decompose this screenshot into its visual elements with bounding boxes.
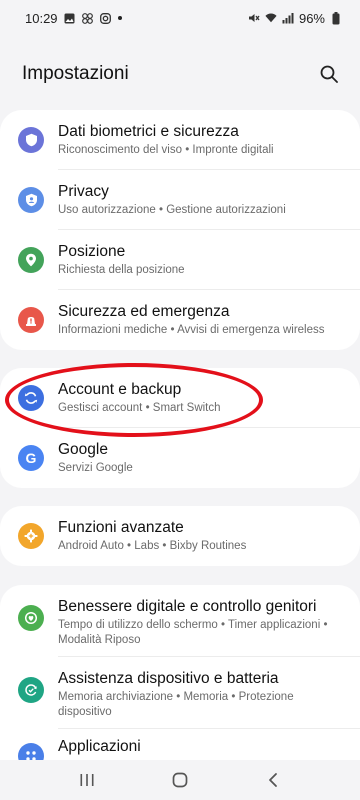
battery-icon bbox=[330, 11, 342, 24]
settings-item-subtitle: Android Auto • Labs • Bixby Routines bbox=[58, 540, 247, 552]
settings-item-privacy[interactable]: Privacy Uso autorizzazione • Gestione au… bbox=[0, 170, 360, 230]
settings-item-subtitle: Gestisci account • Smart Switch bbox=[58, 402, 221, 414]
back-button[interactable] bbox=[253, 765, 293, 795]
settings-item-title: Assistenza dispositivo e batteria bbox=[58, 670, 279, 687]
settings-item-title: Benessere digitale e controllo genitori bbox=[58, 598, 317, 615]
google-icon: G bbox=[18, 445, 44, 471]
mute-icon bbox=[248, 12, 260, 24]
settings-item-digital-wellbeing[interactable]: Benessere digitale e controllo genitori … bbox=[0, 585, 360, 657]
settings-item-subtitle: Tempo di utilizzo dello schermo • Timer … bbox=[58, 619, 328, 646]
recent-apps-button[interactable] bbox=[67, 765, 107, 795]
instagram-icon bbox=[100, 12, 112, 24]
device-care-icon bbox=[18, 677, 44, 703]
settings-item-advanced-features[interactable]: Funzioni avanzate Android Auto • Labs • … bbox=[0, 506, 360, 566]
settings-item-apps[interactable]: Applicazioni bbox=[0, 729, 360, 760]
settings-group-advanced: Funzioni avanzate Android Auto • Labs • … bbox=[0, 506, 360, 566]
navigation-bar bbox=[0, 760, 360, 800]
signal-icon bbox=[282, 12, 294, 24]
status-time: 10:29 bbox=[25, 10, 58, 26]
search-button[interactable] bbox=[316, 61, 342, 87]
home-icon bbox=[172, 772, 188, 788]
gear-plus-icon bbox=[18, 523, 44, 549]
settings-item-title: Posizione bbox=[58, 243, 126, 260]
battery-percent: 96% bbox=[298, 10, 325, 26]
gallery-icon bbox=[64, 12, 76, 24]
settings-item-title: Dati biometrici e sicurezza bbox=[58, 123, 239, 140]
notification-dot bbox=[117, 16, 122, 20]
header: Impostazioni bbox=[0, 52, 360, 96]
settings-item-subtitle: Informazioni mediche • Avvisi di emergen… bbox=[58, 324, 325, 336]
status-bar: 10:29 96% bbox=[0, 0, 360, 36]
settings-item-subtitle: Servizi Google bbox=[58, 462, 133, 474]
wifi-icon bbox=[265, 12, 277, 24]
settings-item-google[interactable]: G Google Servizi Google bbox=[0, 428, 360, 488]
settings-item-title: Account e backup bbox=[58, 381, 182, 398]
settings-group-security: Dati biometrici e sicurezza Riconoscimen… bbox=[0, 110, 360, 350]
status-right: 96% bbox=[248, 11, 342, 26]
settings-item-biometrics[interactable]: Dati biometrici e sicurezza Riconoscimen… bbox=[0, 110, 360, 170]
home-button[interactable] bbox=[160, 765, 200, 795]
page-title: Impostazioni bbox=[22, 63, 129, 84]
recent-apps-icon bbox=[80, 774, 94, 786]
back-icon bbox=[269, 773, 278, 787]
settings-item-title: Applicazioni bbox=[58, 738, 141, 755]
emergency-icon bbox=[18, 307, 44, 333]
search-icon bbox=[320, 65, 338, 83]
pinwheel-icon bbox=[82, 12, 94, 24]
location-pin-icon bbox=[18, 247, 44, 273]
wellbeing-icon bbox=[18, 605, 44, 631]
settings-item-title: Funzioni avanzate bbox=[58, 519, 184, 536]
settings-item-device-care[interactable]: Assistenza dispositivo e batteria Memori… bbox=[0, 657, 360, 729]
status-left: 10:29 bbox=[25, 11, 122, 26]
settings-item-emergency[interactable]: Sicurezza ed emergenza Informazioni medi… bbox=[0, 290, 360, 350]
settings-item-account-backup[interactable]: Account e backup Gestisci account • Smar… bbox=[0, 368, 360, 428]
settings-item-subtitle: Uso autorizzazione • Gestione autorizzaz… bbox=[58, 204, 286, 216]
settings-item-title: Sicurezza ed emergenza bbox=[58, 303, 230, 320]
settings-item-subtitle: Riconoscimento del viso • Impronte digit… bbox=[58, 144, 274, 156]
privacy-shield-icon bbox=[18, 187, 44, 213]
settings-item-subtitle: Richiesta della posizione bbox=[58, 264, 185, 276]
settings-group-device: Benessere digitale e controllo genitori … bbox=[0, 585, 360, 760]
settings-item-subtitle: Memoria archiviazione • Memoria • Protez… bbox=[58, 691, 294, 718]
settings-item-title: Google bbox=[58, 441, 108, 458]
apps-icon bbox=[18, 743, 44, 760]
sync-icon bbox=[18, 385, 44, 411]
settings-item-title: Privacy bbox=[58, 183, 109, 200]
settings-item-location[interactable]: Posizione Richiesta della posizione bbox=[0, 230, 360, 290]
settings-group-accounts: Account e backup Gestisci account • Smar… bbox=[0, 368, 360, 488]
shield-icon bbox=[18, 127, 44, 153]
